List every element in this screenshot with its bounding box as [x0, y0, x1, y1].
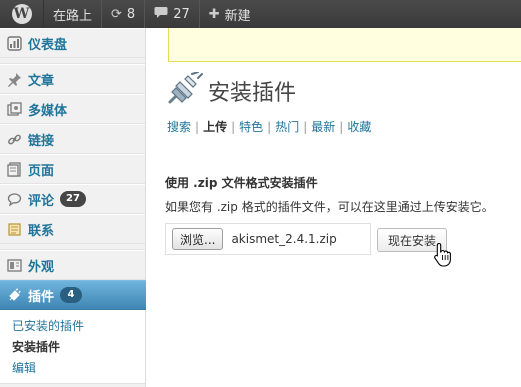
menu-item-contact[interactable]: 联系 — [0, 214, 145, 244]
notice-bar — [168, 28, 521, 62]
menu-item-label: 页面 — [28, 163, 55, 179]
install-tabs: 搜索 | 上传 | 特色 | 热门 | 最新 | 收藏 — [167, 118, 371, 135]
pin-icon — [6, 71, 23, 88]
tab-divider: | — [195, 120, 200, 134]
site-name-link[interactable]: 在路上 — [44, 0, 101, 28]
tab-popular[interactable]: 热门 — [275, 120, 299, 134]
tab-divider: | — [267, 120, 272, 134]
plugin-plug-icon — [166, 71, 204, 106]
wordpress-logo-icon: W — [11, 4, 32, 24]
new-content-link[interactable]: ✚ 新建 — [198, 0, 260, 28]
tab-newest[interactable]: 最新 — [311, 120, 335, 134]
comments-count-badge: 27 — [60, 191, 86, 207]
main-content: 安装插件 搜索 | 上传 | 特色 | 热门 | 最新 | 收藏 使用 .zip 文件格式安装插件 … — [146, 28, 521, 387]
menu-item-posts[interactable]: 文章 — [0, 64, 145, 94]
submenu-installed-plugins[interactable]: 已安装的插件 — [12, 316, 145, 337]
menu-item-label: 联系 — [28, 223, 55, 239]
menu-item-label: 仪表盘 — [28, 37, 68, 53]
new-label: 新建 — [224, 8, 251, 24]
comments-link[interactable]: 27 — [144, 0, 199, 28]
menu-item-label: 链接 — [28, 133, 55, 149]
dashboard-icon — [6, 35, 23, 52]
submenu-editor[interactable]: 编辑 — [12, 358, 145, 379]
tab-featured[interactable]: 特色 — [239, 120, 263, 134]
hand-cursor-icon — [433, 242, 453, 268]
plugin-icon — [6, 287, 23, 304]
menu-item-label: 文章 — [28, 73, 55, 89]
menu-item-comments[interactable]: 评论 27 — [0, 184, 145, 214]
plugins-submenu: 已安装的插件 安装插件 编辑 — [0, 310, 145, 384]
plus-icon: ✚ — [208, 6, 220, 22]
menu-item-links[interactable]: 链接 — [0, 124, 145, 154]
updates-count: 8 — [126, 6, 136, 22]
submenu-add-plugin[interactable]: 安装插件 — [12, 337, 145, 358]
tab-divider: | — [339, 120, 344, 134]
menu-item-label: 多媒体 — [28, 103, 68, 119]
menu-item-label: 评论 — [28, 193, 55, 209]
menu-item-label: 外观 — [28, 259, 55, 275]
menu-item-dashboard[interactable]: 仪表盘 — [0, 28, 145, 58]
admin-bar: W 在路上 ⟳ 8 27 ✚ 新建 — [0, 0, 521, 28]
site-name-label: 在路上 — [53, 8, 93, 24]
page-title: 安装插件 — [208, 81, 297, 106]
page-icon — [6, 161, 23, 178]
upload-heading: 使用 .zip 文件格式安装插件 — [165, 176, 318, 190]
menu-item-appearance[interactable]: 外观 — [0, 250, 145, 280]
menu-item-media[interactable]: 多媒体 — [0, 94, 145, 124]
menu-item-label: 插件 — [28, 289, 55, 305]
selected-file-name: akismet_2.4.1.zip — [231, 232, 337, 246]
browse-button[interactable]: 浏览... — [172, 228, 224, 250]
tab-favorites[interactable]: 收藏 — [347, 120, 371, 134]
upload-description: 如果您有 .zip 格式的插件文件，可以在这里通过上传安装它。 — [165, 200, 494, 214]
comment-bubble-icon — [154, 6, 168, 23]
comment-icon — [6, 191, 23, 208]
plugins-count-badge: 4 — [60, 287, 83, 303]
comments-count: 27 — [173, 6, 190, 22]
appearance-icon — [6, 257, 23, 274]
link-icon — [6, 131, 23, 148]
media-icon — [6, 101, 23, 118]
menu-item-pages[interactable]: 页面 — [0, 154, 145, 184]
wordpress-logo-menu[interactable]: W — [0, 0, 44, 28]
menu-item-plugins[interactable]: 插件 4 — [0, 280, 154, 310]
file-input[interactable]: 浏览... akismet_2.4.1.zip — [165, 223, 371, 255]
tab-divider: | — [303, 120, 308, 134]
admin-sidebar: 仪表盘 文章 多媒体 链接 页面 评论 27 联系 外观 插件 4 已安装的插件… — [0, 28, 154, 387]
tab-divider: | — [231, 120, 236, 134]
contact-icon — [6, 221, 23, 238]
tab-upload[interactable]: 上传 — [203, 120, 227, 134]
updates-link[interactable]: ⟳ 8 — [101, 0, 144, 28]
refresh-icon: ⟳ — [111, 6, 122, 22]
tab-search[interactable]: 搜索 — [167, 120, 191, 134]
